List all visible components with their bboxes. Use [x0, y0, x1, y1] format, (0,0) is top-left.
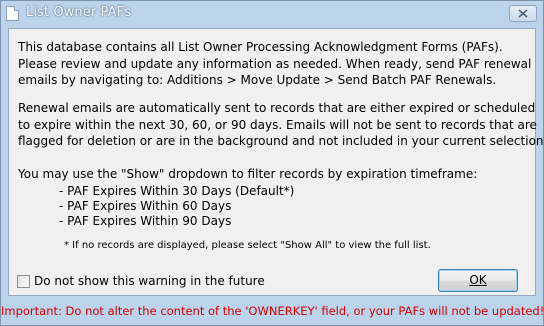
- close-button[interactable]: [509, 5, 537, 22]
- list-item: - PAF Expires Within 30 Days (Default*): [59, 184, 295, 198]
- title-bar[interactable]: List Owner PAFs: [1, 1, 543, 29]
- footnote: * If no records are displayed, please se…: [64, 240, 431, 251]
- document-icon: [6, 6, 19, 21]
- show-paragraph: You may use the "Show" dropdown to filte…: [18, 166, 528, 183]
- checkbox-icon[interactable]: [17, 274, 30, 288]
- show-line: You may use the "Show" dropdown to filte…: [18, 167, 478, 181]
- renewal-line: flagged for deletion or are in the backg…: [18, 134, 544, 148]
- renewal-paragraph: Renewal emails are automatically sent to…: [18, 100, 544, 150]
- list-item: - PAF Expires Within 60 Days: [59, 199, 232, 213]
- expiration-options-list: - PAF Expires Within 30 Days (Default*) …: [59, 184, 294, 229]
- intro-line: This database contains all List Owner Pr…: [18, 40, 503, 54]
- close-icon: [518, 9, 528, 18]
- renewal-line: Renewal emails are automatically sent to…: [18, 101, 536, 115]
- intro-paragraph: This database contains all List Owner Pr…: [18, 39, 532, 89]
- ownerkey-warning: Important: Do not alter the content of t…: [1, 304, 544, 318]
- ok-button[interactable]: OK: [438, 269, 518, 292]
- window-title: List Owner PAFs: [26, 5, 132, 20]
- ok-button-label: OK: [469, 273, 487, 287]
- dont-show-checkbox-row[interactable]: Do not show this warning in the future: [17, 273, 265, 289]
- intro-line: Please review and update any information…: [18, 56, 532, 71]
- list-item: - PAF Expires Within 90 Days: [59, 214, 232, 228]
- dialog-content: This database contains all List Owner Pr…: [8, 28, 544, 296]
- intro-line: emails by navigating to: Additions > Mov…: [18, 73, 497, 87]
- dialog-window: List Owner PAFs This database contains a…: [0, 0, 544, 326]
- dont-show-checkbox-label[interactable]: Do not show this warning in the future: [34, 274, 265, 288]
- renewal-line: to expire within the next 30, 60, or 90 …: [18, 117, 537, 132]
